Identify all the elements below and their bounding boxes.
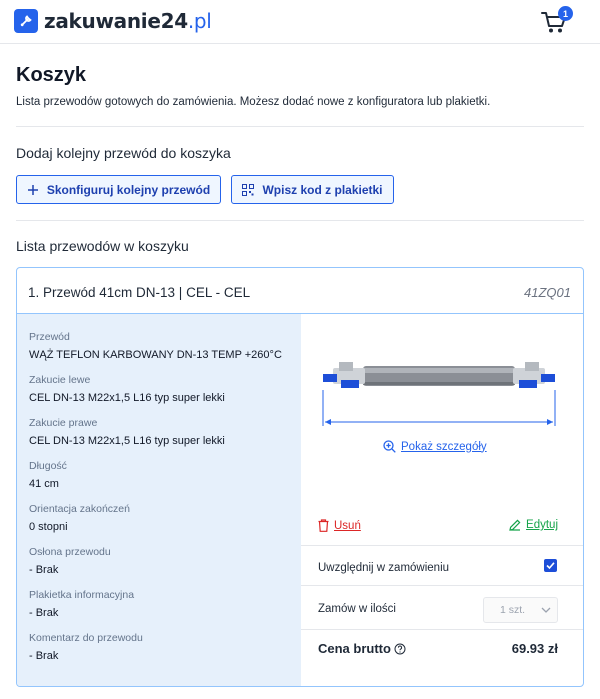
show-details-label: Pokaż szczegóły — [401, 440, 487, 453]
spec-label: Osłona przewodu — [29, 546, 111, 558]
remove-item-button[interactable]: Usuń — [318, 519, 361, 532]
spec-label: Orientacja zakończeń — [29, 503, 130, 515]
zoom-in-icon — [383, 440, 396, 453]
include-in-order-label: Uwzględnij w zamówieniu — [318, 562, 450, 574]
edit-item-button[interactable]: Edytuj — [509, 519, 558, 531]
cart-item-header: 1. Przewód 41cm DN-13 | CEL - CEL 41ZQ01 — [17, 268, 583, 314]
cart-list-title: Lista przewodów w koszyku — [16, 238, 189, 254]
spec-panel: Przewód WĄŻ TEFLON KARBOWANY DN-13 TEMP … — [17, 314, 301, 686]
quantity-label: Zamów w ilości — [318, 603, 396, 615]
add-section-title: Dodaj kolejny przewód do koszyka — [16, 145, 231, 161]
spec-label: Plakietka informacyjna — [29, 589, 135, 601]
edit-item-label: Edytuj — [526, 519, 558, 531]
hose-image — [322, 362, 556, 426]
quantity-value: 1 szt. — [500, 604, 526, 616]
cart-item-title: 1. Przewód 41cm DN-13 | CEL - CEL — [28, 285, 251, 300]
cart-button[interactable]: 1 — [540, 6, 576, 37]
spec-label: Długość — [29, 460, 67, 472]
page-subtitle: Lista przewodów gotowych do zamówienia. … — [16, 96, 491, 108]
divider — [16, 126, 584, 127]
enter-code-button[interactable]: Wpisz kod z plakietki — [231, 175, 394, 204]
cart-item-code: 41ZQ01 — [524, 285, 571, 300]
item-actions-panel: Pokaż szczegóły Usuń Edytuj Uwzględnij w… — [301, 314, 583, 686]
enter-code-label: Wpisz kod z plakietki — [262, 182, 383, 197]
price-value: 69.93 zł — [511, 641, 558, 656]
logo-text: zakuwanie24.pl — [44, 9, 212, 33]
show-details-link[interactable]: Pokaż szczegóły — [383, 440, 487, 453]
spec-value: CEL DN-13 M22x1,5 L16 typ super lekki — [29, 392, 225, 404]
divider — [301, 585, 583, 586]
plus-icon — [27, 184, 39, 196]
divider — [16, 220, 584, 221]
price-label-group: Cena brutto — [318, 641, 406, 656]
spec-value: WĄŻ TEFLON KARBOWANY DN-13 TEMP +260°C — [29, 349, 282, 361]
spec-value: 0 stopni — [29, 521, 68, 533]
pencil-icon — [509, 519, 521, 531]
remove-item-label: Usuń — [334, 519, 361, 532]
configure-hose-label: Skonfiguruj kolejny przewód — [46, 182, 211, 197]
cart-item-card: 1. Przewód 41cm DN-13 | CEL - CEL 41ZQ01… — [16, 267, 584, 687]
configure-hose-button[interactable]: Skonfiguruj kolejny przewód — [16, 175, 221, 204]
divider — [301, 545, 583, 546]
spec-value: - Brak — [29, 564, 59, 576]
include-in-order-checkbox[interactable] — [544, 559, 557, 572]
wrench-icon — [14, 9, 38, 33]
top-header: zakuwanie24.pl 1 — [0, 0, 600, 44]
help-icon[interactable] — [394, 643, 406, 655]
spec-label: Komentarz do przewodu — [29, 632, 143, 644]
spec-value: - Brak — [29, 650, 59, 662]
trash-icon — [318, 519, 329, 532]
spec-value: CEL DN-13 M22x1,5 L16 typ super lekki — [29, 435, 225, 447]
logo[interactable]: zakuwanie24.pl — [14, 9, 212, 33]
chevron-down-icon — [541, 607, 551, 613]
spec-value: - Brak — [29, 607, 59, 619]
qr-code-icon — [242, 183, 255, 196]
spec-label: Przewód — [29, 331, 70, 343]
quantity-select[interactable]: 1 szt. — [483, 597, 558, 623]
spec-value: 41 cm — [29, 478, 59, 490]
price-label: Cena brutto — [318, 641, 391, 656]
spec-label: Zakucie lewe — [29, 374, 91, 386]
page-title: Koszyk — [16, 64, 87, 86]
check-icon — [546, 562, 555, 570]
cart-count-badge: 1 — [558, 6, 573, 21]
divider — [301, 629, 583, 630]
spec-label: Zakucie prawe — [29, 417, 98, 429]
